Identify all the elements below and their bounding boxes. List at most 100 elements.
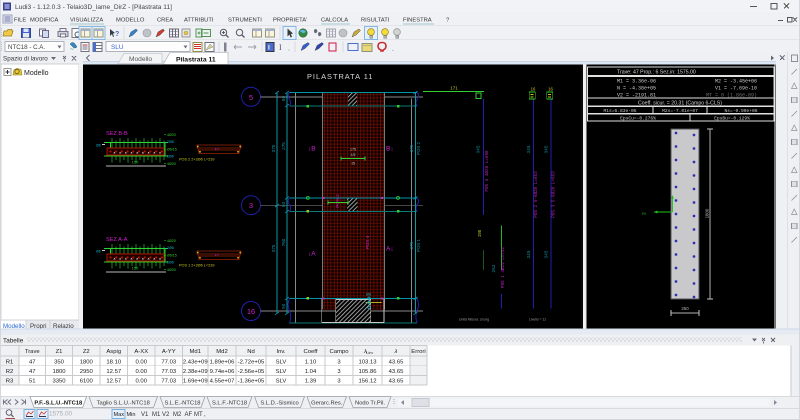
svg-text:345: 345 (545, 250, 550, 258)
svg-text:Tabelle: Tabelle (3, 338, 24, 345)
svg-text:252: 252 (492, 264, 497, 272)
svg-text:Spazio di lavoro: Spazio di lavoro (3, 56, 48, 63)
svg-text:M2s=-7.01e+07: M2s=-7.01e+07 (662, 108, 698, 114)
svg-text:S.L.E.-NTC18: S.L.E.-NTC18 (164, 401, 200, 407)
svg-text:1575.00: 1575.00 (49, 411, 73, 418)
svg-text:2950: 2950 (80, 369, 94, 375)
svg-text:M2 = -3.45e+06: M2 = -3.45e+06 (715, 79, 757, 85)
svg-text:Ns=-0.90e+06: Ns=-0.90e+06 (724, 108, 757, 114)
svg-text:156.12: 156.12 (358, 379, 376, 385)
svg-text:.: . (288, 46, 290, 53)
svg-text:105.86: 105.86 (358, 369, 377, 375)
svg-text:M2: M2 (173, 412, 182, 418)
svg-text:9.74e+06: 9.74e+06 (210, 369, 235, 375)
svg-text:375: 375 (409, 241, 414, 249)
svg-text:43.65: 43.65 (389, 379, 404, 385)
svg-text:50: 50 (281, 202, 286, 208)
svg-text:1.69e+09: 1.69e+09 (183, 379, 208, 385)
svg-text:POS 2: POS 2 (416, 141, 421, 154)
svg-text:77.03: 77.03 (161, 369, 176, 375)
svg-text:FILE: FILE (14, 18, 26, 24)
svg-text:18.10: 18.10 (106, 359, 121, 365)
svg-text:Ludi3 - 1.12.0.3 - Telaio3D_la: Ludi3 - 1.12.0.3 - Telaio3D_lame_DirZ - … (15, 4, 172, 11)
svg-text:Fil: Fil (642, 212, 646, 216)
svg-text:PILASTRATA 11: PILASTRATA 11 (307, 72, 373, 81)
svg-text:1.10: 1.10 (305, 359, 317, 365)
svg-text:SEZ A-A: SEZ A-A (106, 237, 128, 243)
svg-text:Livello = 11: Livello = 11 (529, 318, 546, 322)
svg-text:Gerarc.Res.: Gerarc.Res. (311, 401, 343, 407)
svg-text:47: 47 (29, 359, 36, 365)
svg-text:VISUALIZZA: VISUALIZZA (70, 18, 103, 24)
svg-text:43.65: 43.65 (389, 359, 404, 365)
svg-text:B↓: B↓ (386, 146, 394, 153)
svg-text:Ø6: Ø6 (366, 293, 371, 297)
svg-text:A-XX: A-XX (134, 349, 148, 355)
svg-text:-1.36e+05: -1.36e+05 (238, 379, 265, 385)
svg-text:POS 2: POS 2 (335, 194, 340, 208)
svg-text:1.04: 1.04 (305, 369, 317, 375)
svg-text:Pilastrata 11: Pilastrata 11 (176, 57, 216, 64)
svg-text:N = -4.38e+05: N = -4.38e+05 (617, 86, 656, 92)
svg-text:3350: 3350 (52, 379, 66, 385)
svg-text:Aspig: Aspig (106, 349, 121, 355)
svg-text:SLV: SLV (276, 359, 287, 365)
svg-text:250: 250 (681, 306, 689, 311)
svg-text:Modello: Modello (129, 56, 152, 63)
svg-text:SLV: SLV (276, 379, 287, 385)
svg-text:2Ø6: 2Ø6 (167, 155, 174, 159)
svg-text:2.38e+09: 2.38e+09 (183, 369, 208, 375)
svg-text:275: 275 (281, 142, 286, 150)
svg-text:Ø6: Ø6 (96, 250, 101, 254)
svg-text:15: 15 (351, 162, 355, 166)
svg-text:A↓: A↓ (386, 246, 394, 253)
svg-text:175: 175 (350, 148, 356, 152)
svg-text:51: 51 (29, 379, 36, 385)
svg-text:EpsCu=-0.276%: EpsCu=-0.276% (620, 116, 656, 122)
svg-text:PROPRIETA': PROPRIETA' (273, 18, 307, 24)
svg-text:M1 = 3.36e-06: M1 = 3.36e-06 (617, 79, 656, 85)
svg-text:Min: Min (127, 412, 136, 418)
svg-text:Nodo Tr.Pil.: Nodo Tr.Pil. (355, 401, 385, 407)
svg-text:103.13: 103.13 (358, 359, 377, 365)
svg-text:V1: V1 (141, 412, 149, 418)
svg-text:Trave: 47 Prop.: 6 Sez.in: 1: Trave: 47 Prop.: 6 Sez.in: 1575.00 (617, 70, 696, 76)
svg-text:V2: V2 (162, 412, 170, 418)
svg-text:1800: 1800 (52, 369, 66, 375)
svg-text:Md1: Md1 (190, 349, 201, 355)
svg-text:Md2: Md2 (216, 349, 227, 355)
svg-text:NTC18 - C.A.: NTC18 - C.A. (8, 44, 45, 51)
svg-text:STRUMENTI: STRUMENTI (228, 18, 262, 24)
svg-text:1800: 1800 (705, 208, 710, 218)
svg-text:SLV: SLV (276, 369, 287, 375)
svg-text:150: 150 (132, 266, 139, 271)
svg-text:FINESTRA: FINESTRA (403, 18, 432, 24)
svg-text:Max: Max (114, 412, 125, 418)
svg-text:4.55e+07: 4.55e+07 (210, 379, 235, 385)
svg-text:↓A: ↓A (308, 251, 316, 258)
svg-text:Ø6/15: Ø6/15 (167, 253, 177, 257)
svg-text:MODIFICA: MODIFICA (30, 18, 58, 24)
svg-text:P.F.-S.L.U.-NTC18: P.F.-S.L.U.-NTC18 (34, 401, 83, 407)
svg-text:AF: AF (185, 412, 193, 418)
svg-text:0.00: 0.00 (136, 369, 148, 375)
svg-text:V1 = -7.69e-10: V1 = -7.69e-10 (715, 86, 757, 92)
svg-text:Modello: Modello (24, 70, 49, 77)
svg-text:47: 47 (29, 369, 36, 375)
svg-text:λ: λ (394, 349, 398, 355)
svg-text:345: 345 (527, 145, 532, 153)
svg-text:1.39: 1.39 (305, 379, 316, 385)
svg-text:375: 375 (271, 244, 276, 252)
svg-text:12.57: 12.57 (106, 379, 121, 385)
svg-text:12.57: 12.57 (106, 369, 121, 375)
svg-text:77.03: 77.03 (161, 379, 176, 385)
svg-text:R1: R1 (6, 359, 14, 365)
svg-text:375: 375 (409, 144, 414, 152)
svg-text:R3: R3 (6, 379, 14, 385)
svg-text:Z1: Z1 (56, 349, 63, 355)
svg-text:RISULTATI: RISULTATI (361, 18, 390, 24)
svg-text:A-YY: A-YY (162, 349, 176, 355)
svg-text:Coeff. sicur. = 20.31 (Campo 6: Coeff. sicur. = 20.31 (Campo 6-CLS) (638, 101, 722, 107)
svg-text:M1: M1 (152, 412, 161, 418)
svg-text:MODELLO: MODELLO (116, 18, 145, 24)
